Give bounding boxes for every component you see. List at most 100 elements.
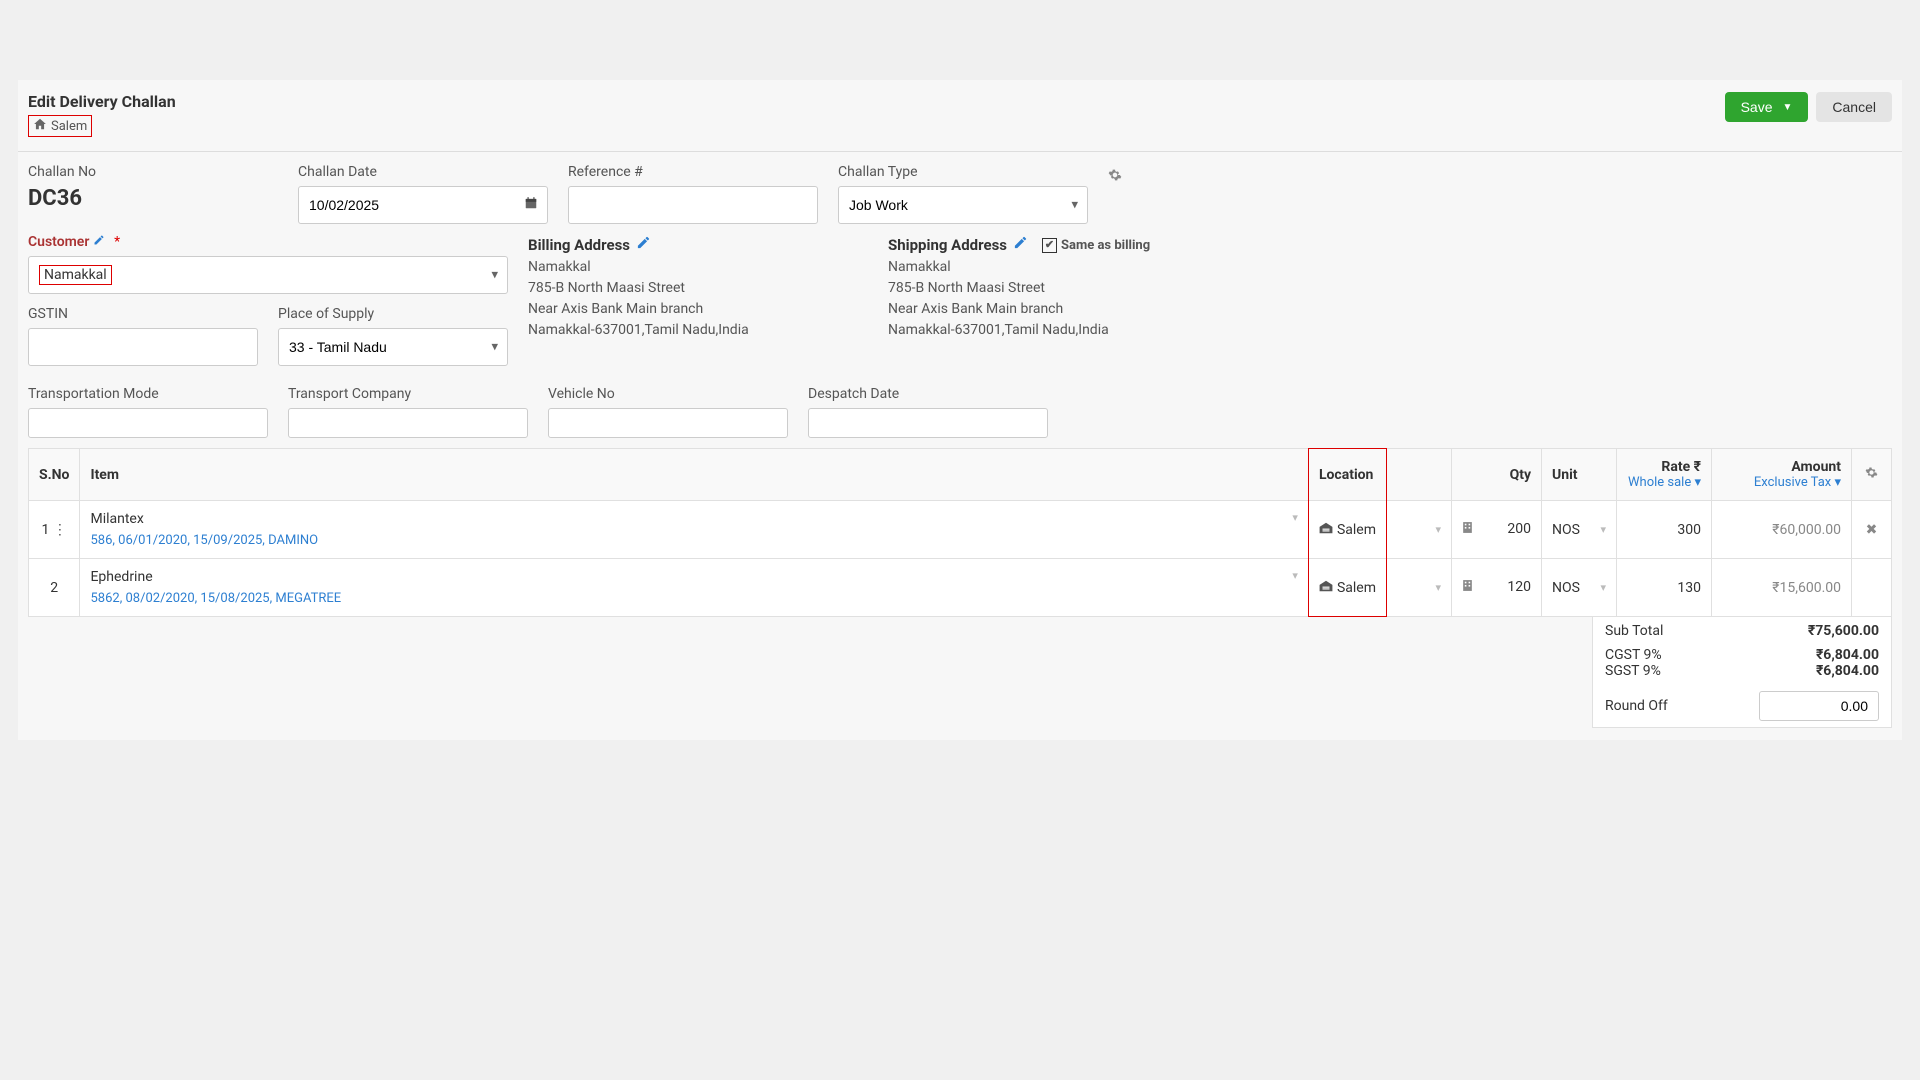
chevron-down-icon: ▾ xyxy=(491,268,498,283)
chevron-down-icon[interactable]: ▾ xyxy=(1435,581,1441,594)
chevron-down-icon[interactable]: ▾ xyxy=(1292,569,1298,606)
gstin-label: GSTIN xyxy=(28,306,258,322)
billing-name: Namakkal xyxy=(528,257,868,278)
cgst-value: ₹6,804.00 xyxy=(1816,647,1879,663)
unit-cell[interactable]: NOS ▾ xyxy=(1552,522,1606,538)
item-name[interactable]: Ephedrine xyxy=(90,569,1292,585)
save-button[interactable]: Save ▼ xyxy=(1725,92,1809,122)
th-amount: Amount Exclusive Tax ▾ xyxy=(1712,449,1852,501)
row-sno: 2 xyxy=(29,559,80,617)
chevron-down-icon: ▾ xyxy=(1071,198,1078,213)
shipping-address-heading: Shipping Address ✔ Same as billing xyxy=(888,234,1228,257)
roundoff-label: Round Off xyxy=(1605,698,1668,714)
gear-icon[interactable] xyxy=(1865,467,1878,483)
th-item: Item xyxy=(80,449,1308,501)
cgst-label: CGST 9% xyxy=(1605,647,1662,663)
challan-no-label: Challan No xyxy=(28,164,278,180)
transport-mode-label: Transportation Mode xyxy=(28,386,268,402)
vehicle-no-label: Vehicle No xyxy=(548,386,788,402)
shipping-line3: Namakkal-637001,Tamil Nadu,India xyxy=(888,320,1228,341)
edit-icon[interactable] xyxy=(1013,234,1028,257)
items-table: S.No Item Location Qty Unit Rate ₹ Whole… xyxy=(28,448,1892,617)
th-location: Location xyxy=(1308,449,1386,501)
unit-cell[interactable]: NOS ▾ xyxy=(1552,580,1606,596)
chevron-down-icon: ▼ xyxy=(1783,102,1793,113)
item-name[interactable]: Milantex xyxy=(90,511,1292,527)
sgst-value: ₹6,804.00 xyxy=(1816,663,1879,679)
chevron-down-icon[interactable]: ▾ xyxy=(1435,523,1441,536)
transport-mode-input[interactable] xyxy=(28,408,268,438)
customer-select[interactable]: Namakkal xyxy=(28,256,508,294)
gear-icon[interactable] xyxy=(1108,168,1122,186)
location-cell[interactable]: Salem xyxy=(1319,522,1376,538)
table-row: 2 Ephedrine 5862, 08/02/2020, 15/08/2025… xyxy=(29,559,1892,617)
rate-value[interactable]: 300 xyxy=(1617,501,1712,559)
despatch-date-label: Despatch Date xyxy=(808,386,1048,402)
shipping-line2: Near Axis Bank Main branch xyxy=(888,299,1228,320)
roundoff-input[interactable] xyxy=(1759,691,1879,721)
pencil-icon[interactable] xyxy=(93,235,108,250)
sgst-label: SGST 9% xyxy=(1605,663,1661,679)
th-rate: Rate ₹ Whole sale ▾ xyxy=(1617,449,1712,501)
table-row: 1 ⋮ Milantex 586, 06/01/2020, 15/09/2025… xyxy=(29,501,1892,559)
customer-value: Namakkal xyxy=(39,265,112,285)
kebab-icon[interactable]: ⋮ xyxy=(53,522,67,538)
challan-date-input[interactable] xyxy=(298,186,548,224)
challan-type-label: Challan Type xyxy=(838,164,1088,180)
transport-company-input[interactable] xyxy=(288,408,528,438)
chevron-down-icon[interactable]: ▾ xyxy=(1292,511,1298,548)
subtotal-label: Sub Total xyxy=(1605,623,1663,639)
transport-company-label: Transport Company xyxy=(288,386,528,402)
reference-label: Reference # xyxy=(568,164,818,180)
th-sno: S.No xyxy=(29,449,80,501)
billing-line3: Namakkal-637001,Tamil Nadu,India xyxy=(528,320,868,341)
shipping-name: Namakkal xyxy=(888,257,1228,278)
shipping-line1: 785-B North Maasi Street xyxy=(888,278,1228,299)
subtotal-value: ₹75,600.00 xyxy=(1808,623,1879,639)
same-as-billing-check[interactable]: ✔ Same as billing xyxy=(1042,236,1150,256)
place-of-supply-select[interactable] xyxy=(278,328,508,366)
item-meta[interactable]: 5862, 08/02/2020, 15/08/2025, MEGATREE xyxy=(90,591,1292,606)
building-icon xyxy=(1462,521,1473,538)
location-cell[interactable]: Salem xyxy=(1319,580,1376,596)
branch-name: Salem xyxy=(51,119,87,134)
amount-value: ₹60,000.00 xyxy=(1712,501,1852,559)
warehouse-icon xyxy=(1319,580,1333,595)
header-bar: Edit Delivery Challan Salem Save ▼ Cance… xyxy=(18,80,1902,152)
customer-label: Customer * xyxy=(28,234,508,250)
challan-type-select[interactable]: Job Work xyxy=(838,186,1088,224)
chevron-down-icon: ▾ xyxy=(1600,523,1606,536)
qty-value[interactable]: 200 xyxy=(1507,521,1531,537)
challan-date-label: Challan Date xyxy=(298,164,548,180)
building-icon xyxy=(1462,579,1473,596)
th-unit: Unit xyxy=(1542,449,1617,501)
totals-block: Sub Total ₹75,600.00 CGST 9% ₹6,804.00 S… xyxy=(28,617,1892,728)
warehouse-icon xyxy=(1319,522,1333,537)
chevron-down-icon: ▾ xyxy=(1600,581,1606,594)
qty-value[interactable]: 120 xyxy=(1507,579,1531,595)
calendar-icon[interactable] xyxy=(524,196,538,214)
item-meta[interactable]: 586, 06/01/2020, 15/09/2025, DAMINO xyxy=(90,533,1292,548)
despatch-date-input[interactable] xyxy=(808,408,1048,438)
page-title: Edit Delivery Challan xyxy=(28,92,176,111)
billing-line2: Near Axis Bank Main branch xyxy=(528,299,868,320)
chevron-down-icon: ▾ xyxy=(491,340,498,355)
reference-input[interactable] xyxy=(568,186,818,224)
branch-badge: Salem xyxy=(28,115,92,137)
challan-no-value: DC36 xyxy=(28,186,278,211)
tax-type-dropdown[interactable]: Exclusive Tax ▾ xyxy=(1722,475,1841,490)
rate-value[interactable]: 130 xyxy=(1617,559,1712,617)
billing-address-heading: Billing Address xyxy=(528,234,868,257)
row-sno: 1 xyxy=(42,522,50,538)
gstin-input[interactable] xyxy=(28,328,258,366)
close-icon[interactable]: ✖ xyxy=(1866,522,1878,538)
place-of-supply-label: Place of Supply xyxy=(278,306,508,322)
home-icon xyxy=(33,117,47,135)
th-qty: Qty xyxy=(1452,449,1542,501)
checkbox-icon: ✔ xyxy=(1042,238,1057,253)
vehicle-no-input[interactable] xyxy=(548,408,788,438)
billing-line1: 785-B North Maasi Street xyxy=(528,278,868,299)
cancel-button[interactable]: Cancel xyxy=(1816,92,1892,122)
rate-type-dropdown[interactable]: Whole sale ▾ xyxy=(1627,475,1701,490)
edit-icon[interactable] xyxy=(636,234,651,257)
